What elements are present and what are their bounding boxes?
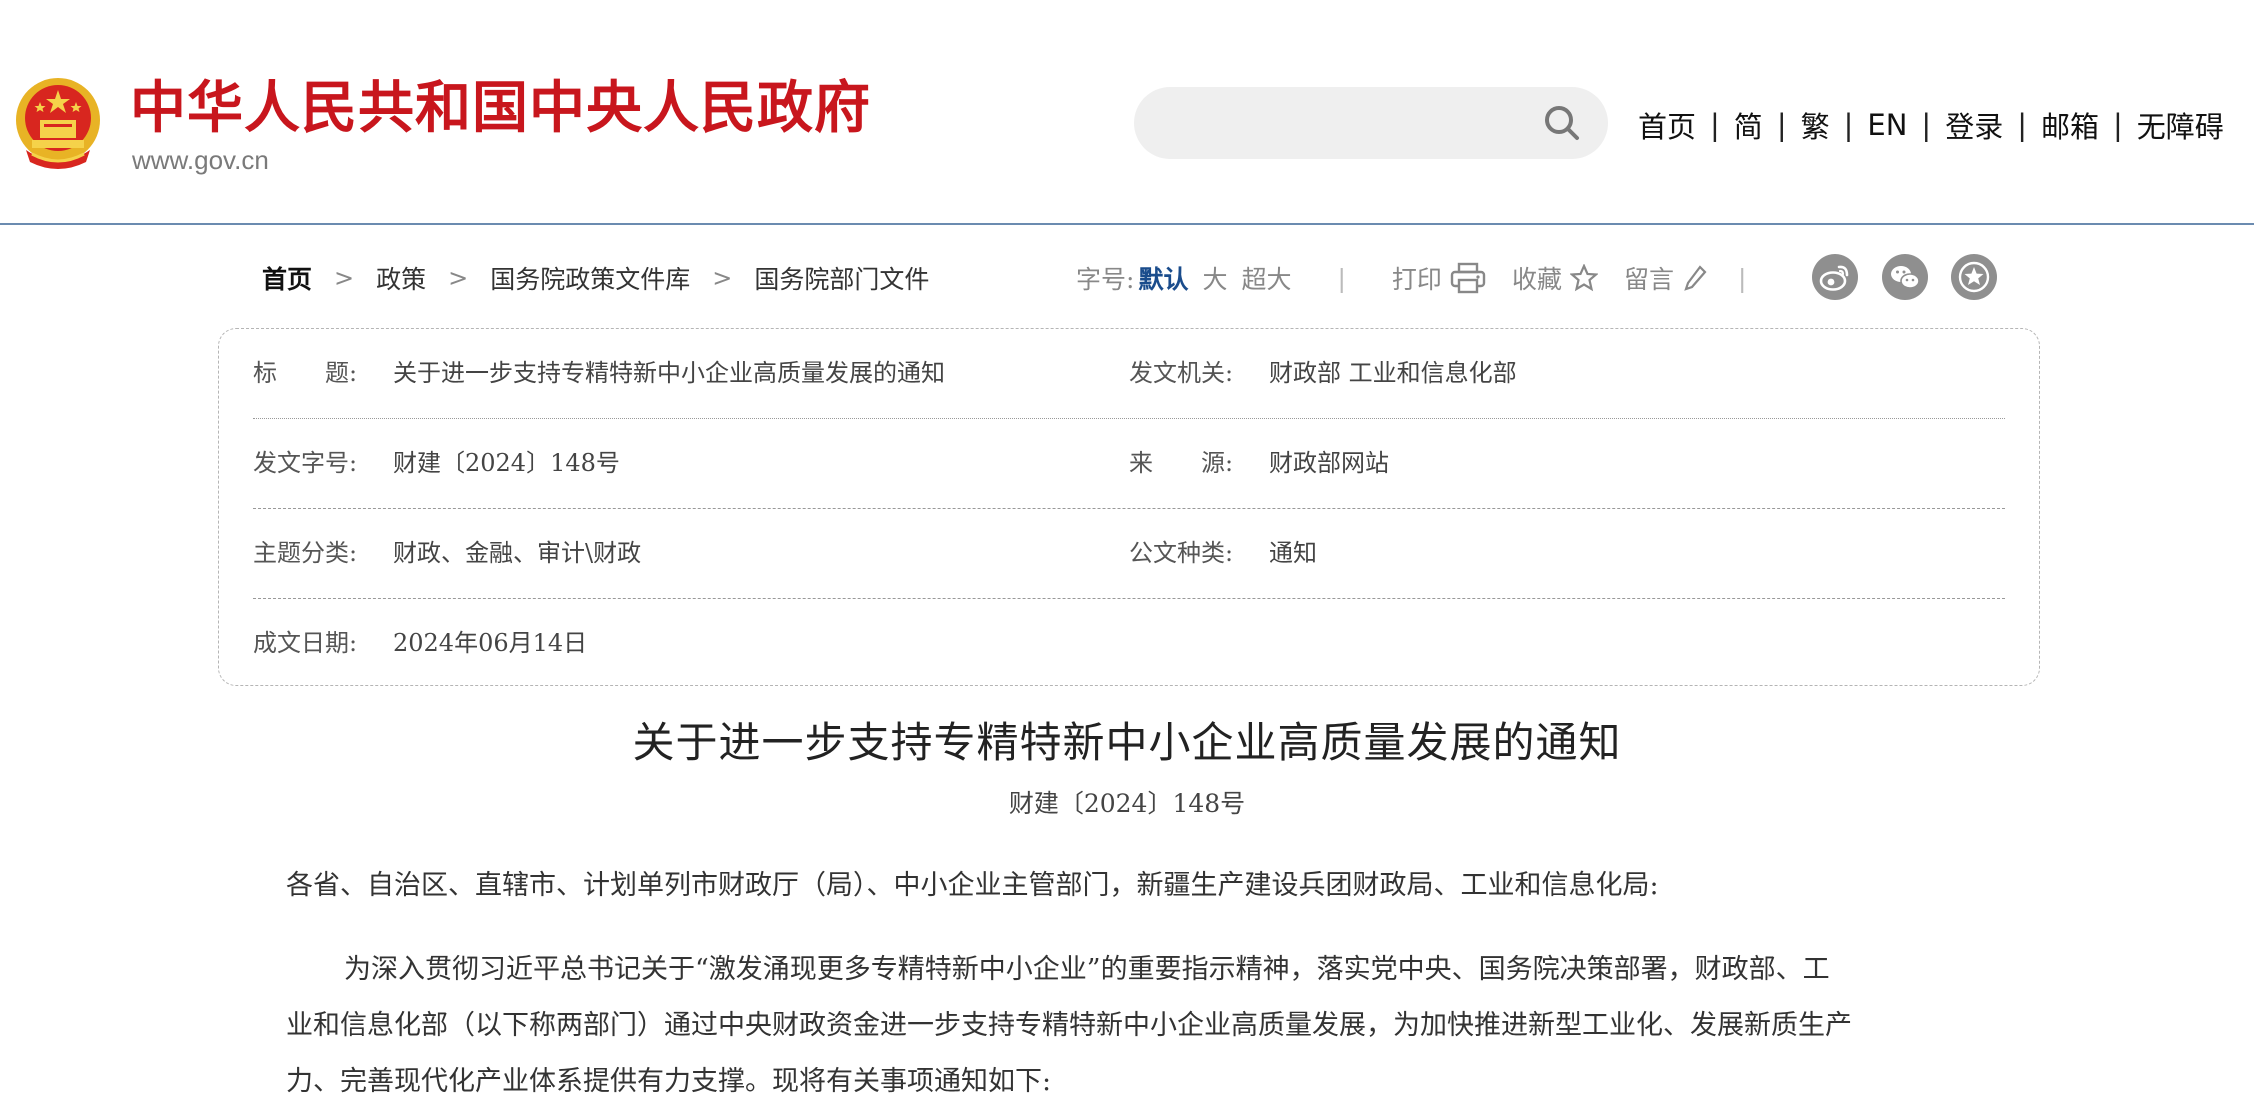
breadcrumb-department-docs[interactable]: 国务院部门文件	[754, 260, 929, 296]
search-box[interactable]	[1134, 87, 1608, 161]
star-share-icon	[1958, 261, 1990, 293]
paragraph-line: 为深入贯彻习近平总书记关于“激发涌现更多专精特新中小企业”的重要指示精神，落实党…	[344, 954, 1830, 985]
breadcrumb-policy-library[interactable]: 国务院政策文件库	[490, 260, 690, 296]
share-weibo-button[interactable]	[1812, 254, 1858, 300]
print-button[interactable]: 打印	[1392, 260, 1486, 296]
nav-separator: |	[1776, 108, 1787, 142]
comment-label: 留言	[1623, 265, 1674, 294]
nav-separator: |	[1710, 108, 1720, 142]
nav-traditional[interactable]: 繁	[1801, 104, 1830, 146]
breadcrumb-policy[interactable]: 政策	[376, 260, 426, 296]
search-input[interactable]	[1164, 87, 1538, 161]
paragraph-line: 力、完善现代化产业体系提供有力支撑。现将有关事项通知如下:	[286, 1066, 1052, 1097]
nav-separator: |	[1921, 108, 1932, 142]
chevron-right-icon: >	[334, 264, 355, 292]
nav-separator: |	[1843, 108, 1854, 142]
site-url: www.gov.cn	[132, 145, 269, 175]
top-nav: 首页 | 简 | 繁 | EN | 登录 | 邮箱 | 无障碍	[1638, 100, 2224, 150]
article-tools: 字号: 默认 大 超大 | 打印 收藏 留言 |	[1076, 256, 1746, 300]
info-source-label: 来 源:	[1129, 449, 1234, 477]
breadcrumb: 首页 > 政策 > 国务院政策文件库 > 国务院部门文件	[262, 258, 929, 298]
paragraph-line: 业和信息化部（以下称两部门）通过中央财政资金进一步支持专精特新中小企业高质量发展…	[286, 1010, 1852, 1041]
article-doc-number: 财建〔2024〕148号	[1008, 789, 1246, 818]
favorite-label: 收藏	[1511, 265, 1562, 294]
nav-separator: |	[2113, 108, 2123, 142]
star-icon	[1569, 264, 1598, 292]
nav-login[interactable]: 登录	[1945, 104, 2003, 146]
info-row-date: 成文日期: 2024年06月14日	[253, 599, 2005, 687]
info-row-topic: 主题分类: 财政、金融、审计\财政 公文种类: 通知	[253, 509, 2005, 597]
breadcrumb-home[interactable]: 首页	[262, 260, 312, 296]
tools-separator: |	[1337, 263, 1346, 293]
nav-english[interactable]: EN	[1867, 108, 1907, 142]
info-title-label: 标 题:	[253, 359, 358, 387]
site-title[interactable]: 中华人民共和国中央人民政府	[130, 74, 871, 144]
favorite-button[interactable]: 收藏	[1512, 260, 1598, 296]
share-wechat-button[interactable]	[1882, 254, 1928, 300]
font-size-large[interactable]: 大	[1202, 260, 1227, 296]
nav-mail[interactable]: 邮箱	[2041, 104, 2099, 146]
info-date-value: 2024年06月14日	[393, 629, 588, 657]
tools-separator: |	[1737, 263, 1747, 293]
font-size-default[interactable]: 默认	[1138, 260, 1188, 296]
nav-accessibility[interactable]: 无障碍	[2137, 104, 2224, 146]
nav-simplified[interactable]: 简	[1734, 104, 1763, 146]
info-topic-value: 财政、金融、审计\财政	[393, 539, 642, 567]
document-info-table: 标 题: 关于进一步支持专精特新中小企业高质量发展的通知 发文机关: 财政部 工…	[218, 328, 2040, 686]
info-row-title: 标 题: 关于进一步支持专精特新中小企业高质量发展的通知 发文机关: 财政部 工…	[253, 329, 2005, 417]
printer-icon	[1450, 262, 1486, 294]
info-title-value: 关于进一步支持专精特新中小企业高质量发展的通知	[393, 359, 945, 387]
font-size-label: 字号:	[1076, 265, 1135, 294]
chevron-right-icon: >	[448, 264, 469, 292]
weibo-icon	[1819, 265, 1849, 291]
info-doc-no-value: 财建〔2024〕148号	[393, 449, 620, 477]
info-doc-type-label: 公文种类:	[1129, 539, 1234, 567]
info-doc-type-value: 通知	[1269, 539, 1317, 567]
info-source-value: 财政部网站	[1269, 449, 1389, 477]
info-issuer-label: 发文机关:	[1129, 359, 1234, 387]
site-header: 中华人民共和国中央人民政府 www.gov.cn 首页 | 简 | 繁 | EN…	[0, 0, 2254, 225]
info-date-label: 成文日期:	[253, 629, 358, 657]
nav-separator: |	[2017, 108, 2027, 142]
info-topic-label: 主题分类:	[253, 539, 358, 567]
print-label: 打印	[1391, 265, 1442, 294]
article-title: 关于进一步支持专精特新中小企业高质量发展的通知	[632, 718, 1622, 767]
info-doc-no-label: 发文字号:	[253, 449, 358, 477]
info-row-doc-no: 发文字号: 财建〔2024〕148号 来 源: 财政部网站	[253, 419, 2005, 507]
share-favorite-button[interactable]	[1951, 254, 1997, 300]
font-size-xlarge[interactable]: 超大	[1241, 260, 1291, 296]
article-paragraph: 为深入贯彻习近平总书记关于“激发涌现更多专精特新中小企业”的重要指示精神，落实党…	[286, 942, 1986, 1109]
info-issuer-value: 财政部 工业和信息化部	[1269, 359, 1517, 387]
chevron-right-icon: >	[712, 264, 733, 292]
pencil-icon	[1684, 265, 1707, 291]
search-icon[interactable]	[1542, 103, 1582, 143]
article-addressee: 各省、自治区、直辖市、计划单列市财政厅（局）、中小企业主管部门，新疆生产建设兵团…	[286, 870, 1659, 901]
wechat-icon	[1891, 266, 1920, 289]
nav-home[interactable]: 首页	[1638, 104, 1696, 146]
comment-button[interactable]: 留言	[1624, 260, 1708, 296]
national-emblem-icon[interactable]	[12, 76, 104, 172]
